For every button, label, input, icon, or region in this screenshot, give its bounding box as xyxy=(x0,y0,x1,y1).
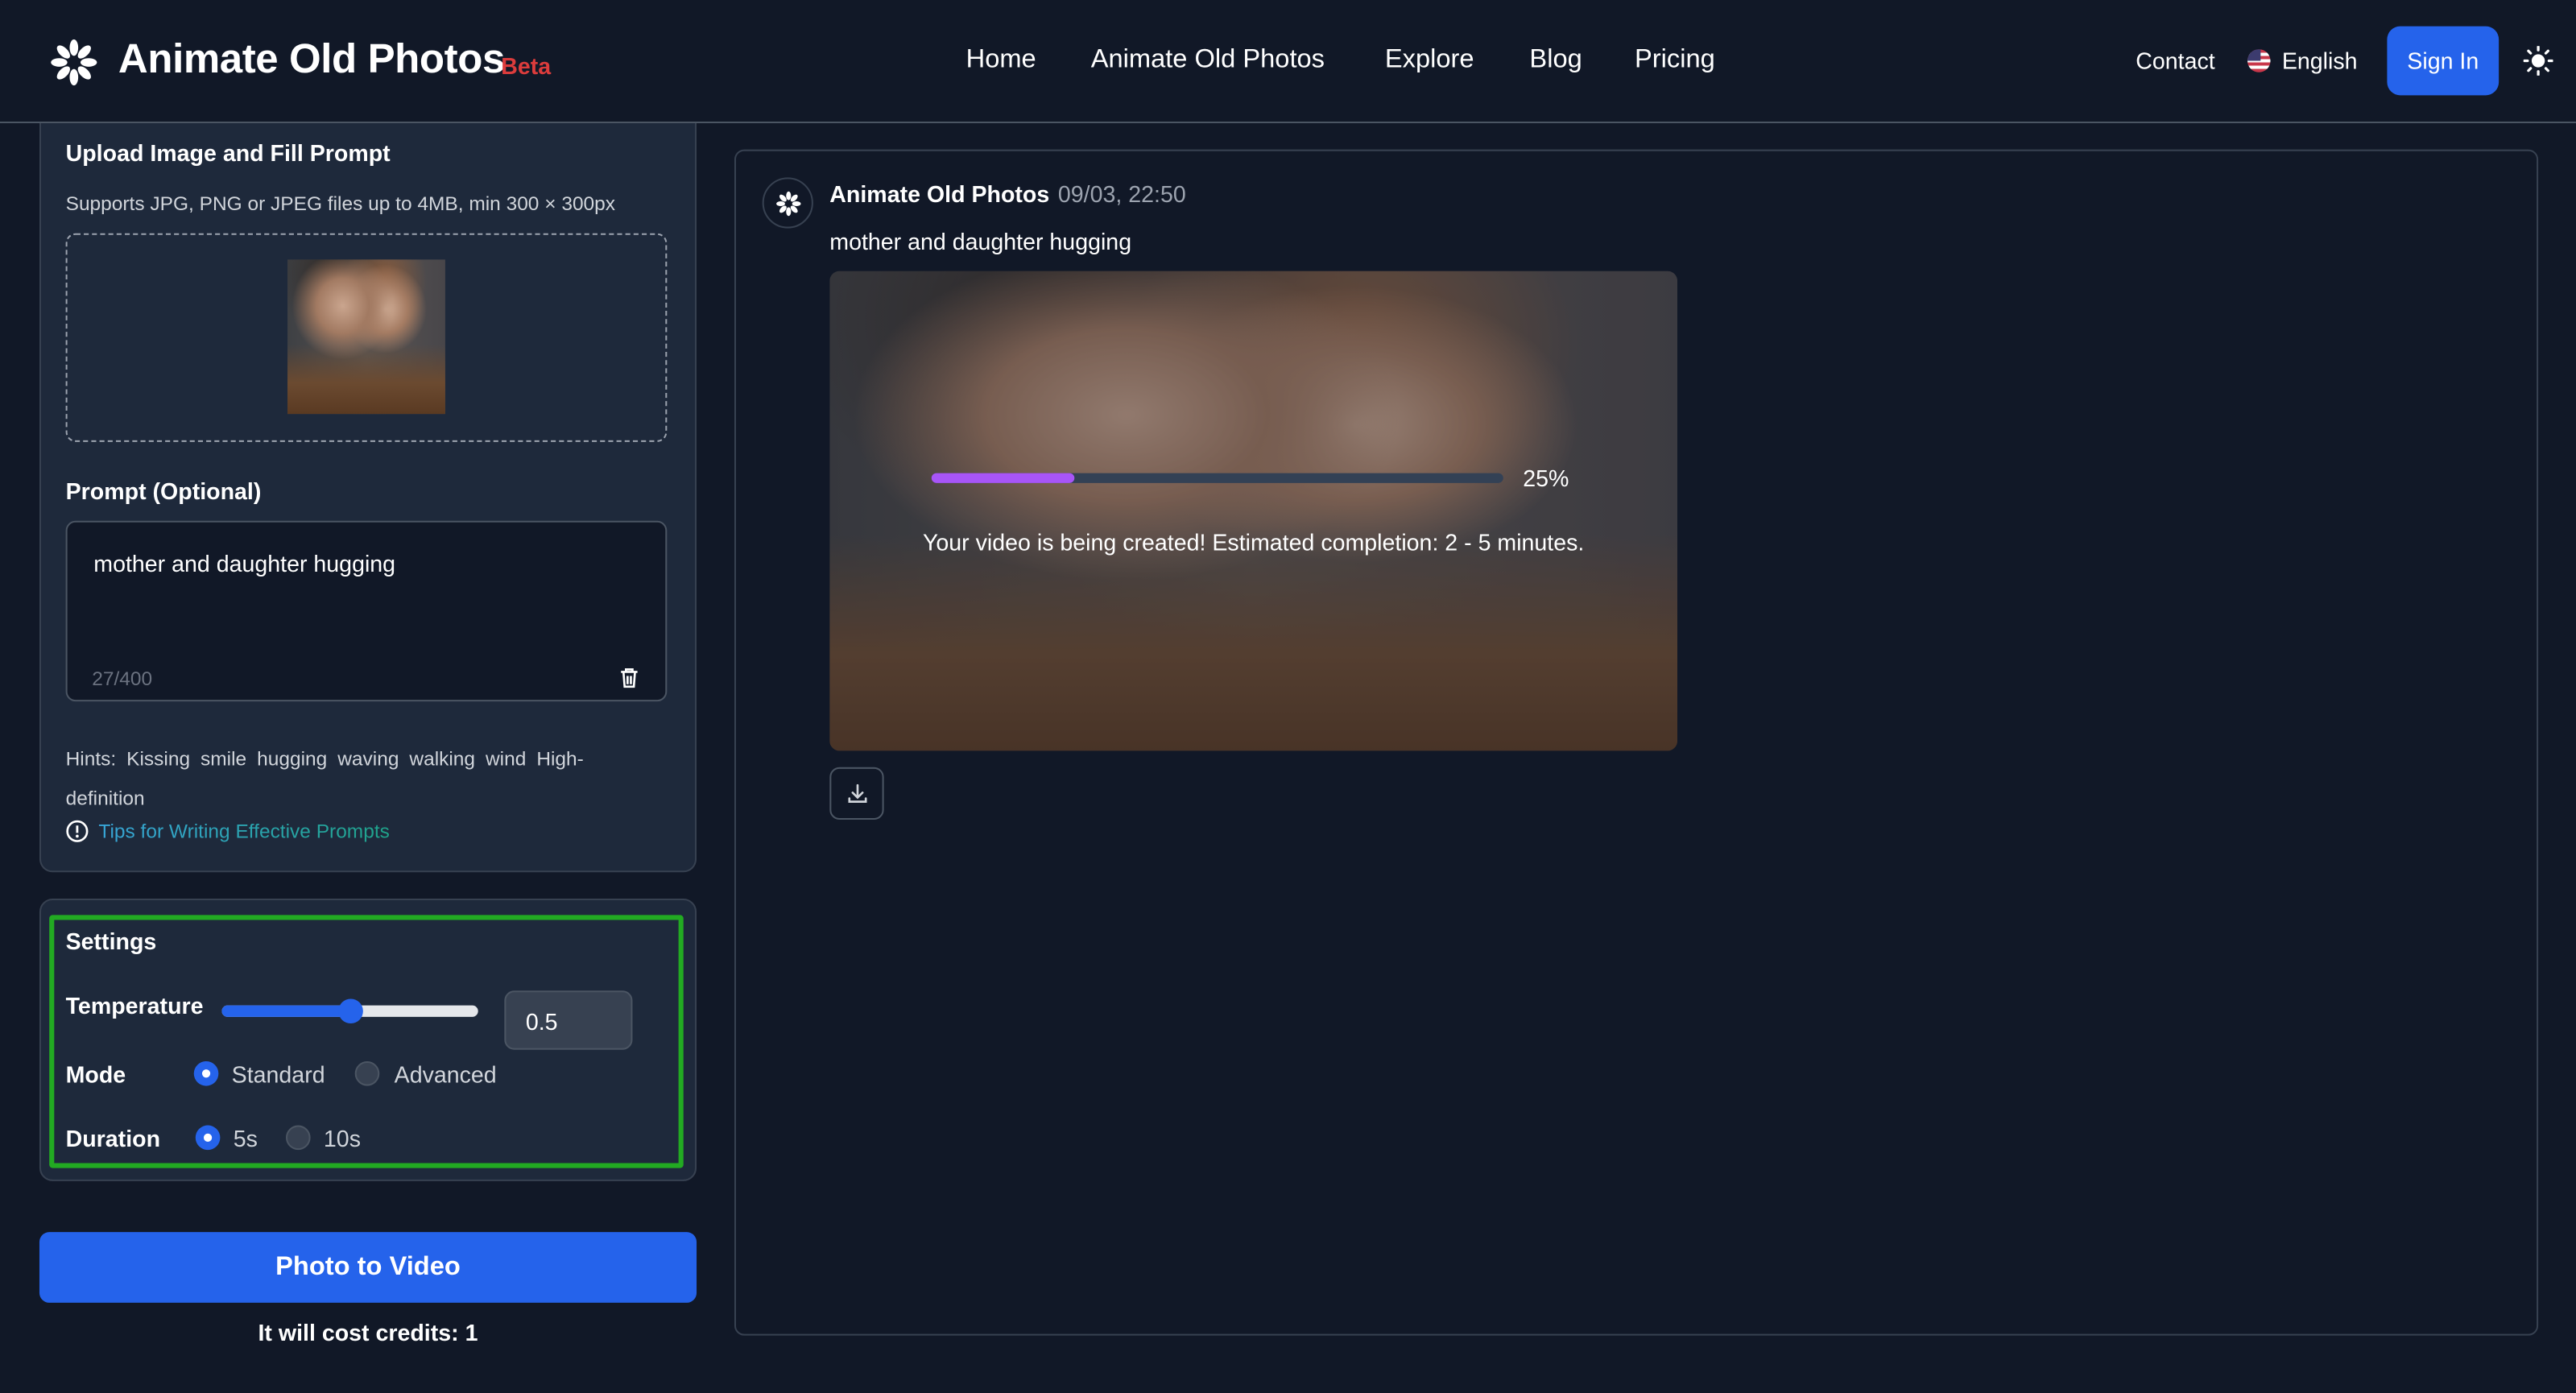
progress-percent: 25% xyxy=(1523,465,1569,492)
settings-title: Settings xyxy=(65,928,157,955)
hint-smile[interactable]: smile xyxy=(201,747,246,771)
nav-contact[interactable]: Contact xyxy=(2136,48,2214,74)
mode-standard-radio[interactable] xyxy=(193,1060,219,1086)
uploaded-thumbnail xyxy=(287,259,445,415)
sign-in-button[interactable]: Sign In xyxy=(2387,26,2500,96)
download-button[interactable] xyxy=(829,767,884,821)
result-preview: 25% Your video is being created! Estimat… xyxy=(829,271,1678,751)
duration-label: Duration xyxy=(65,1125,161,1152)
language-selector[interactable]: English xyxy=(2282,48,2358,74)
trash-icon[interactable] xyxy=(619,667,639,688)
result-prompt: mother and daughter hugging xyxy=(829,228,1132,255)
info-icon xyxy=(66,820,89,842)
top-nav: Animate Old Photos Beta Home Animate Old… xyxy=(0,0,2576,124)
hints-label: Hints: xyxy=(65,747,117,771)
duration-10s-radio[interactable] xyxy=(285,1125,311,1151)
nav-explore[interactable]: Explore xyxy=(1385,46,1474,76)
duration-5s-label[interactable]: 5s xyxy=(234,1126,258,1152)
hint-hugging[interactable]: hugging xyxy=(257,747,327,771)
hint-walking[interactable]: walking xyxy=(409,747,475,771)
avatar xyxy=(762,177,813,229)
prompt-label: Prompt (Optional) xyxy=(65,477,262,505)
mode-standard-label[interactable]: Standard xyxy=(232,1061,325,1088)
hint-waving[interactable]: waving xyxy=(337,747,399,771)
char-counter: 27/400 xyxy=(92,667,153,690)
result-time: 09/03, 22:50 xyxy=(1057,180,1186,208)
result-author: Animate Old Photos xyxy=(829,180,1050,208)
mode-advanced-radio[interactable] xyxy=(354,1060,380,1086)
tips-link[interactable]: Tips for Writing Effective Prompts xyxy=(98,820,389,843)
beta-badge: Beta xyxy=(501,52,552,79)
us-flag-icon[interactable] xyxy=(2247,49,2271,72)
upload-support-text: Supports JPG, PNG or JPEG files up to 4M… xyxy=(65,192,616,216)
hint-kissing[interactable]: Kissing xyxy=(126,747,190,771)
duration-10s-label[interactable]: 10s xyxy=(324,1126,361,1152)
hint-wind[interactable]: wind xyxy=(486,747,526,771)
temperature-input[interactable]: 0.5 xyxy=(504,990,633,1050)
nav-animate-old-photos[interactable]: Animate Old Photos xyxy=(1091,46,1325,76)
logo-icon xyxy=(776,191,801,217)
temperature-label: Temperature xyxy=(65,992,204,1019)
duration-5s-radio[interactable] xyxy=(195,1125,221,1151)
slider-thumb[interactable] xyxy=(338,998,363,1024)
status-message: Your video is being created! Estimated c… xyxy=(922,528,1585,556)
cost-text: It will cost credits: 1 xyxy=(258,1319,478,1345)
nav-home[interactable]: Home xyxy=(966,46,1036,76)
image-dropzone[interactable] xyxy=(65,233,668,442)
sun-icon[interactable] xyxy=(2523,46,2553,76)
hints: Hints: Kissing smile hugging waving walk… xyxy=(66,739,641,818)
nav-blog[interactable]: Blog xyxy=(1529,46,1582,76)
photo-to-video-button[interactable]: Photo to Video xyxy=(39,1232,697,1303)
mode-label: Mode xyxy=(65,1060,126,1088)
brand-name[interactable]: Animate Old Photos xyxy=(118,36,505,84)
temperature-slider[interactable] xyxy=(221,998,478,1024)
upload-title: Upload Image and Fill Prompt xyxy=(65,139,391,167)
mode-advanced-label[interactable]: Advanced xyxy=(395,1061,497,1088)
nav-pricing[interactable]: Pricing xyxy=(1635,46,1715,76)
progress-bar xyxy=(931,473,1503,483)
prompt-textarea[interactable]: mother and daughter hugging 27/400 xyxy=(65,520,668,702)
prompt-text[interactable]: mother and daughter hugging xyxy=(93,550,395,577)
logo-icon xyxy=(51,39,97,86)
progress-fill xyxy=(931,473,1075,483)
download-icon xyxy=(848,783,867,803)
